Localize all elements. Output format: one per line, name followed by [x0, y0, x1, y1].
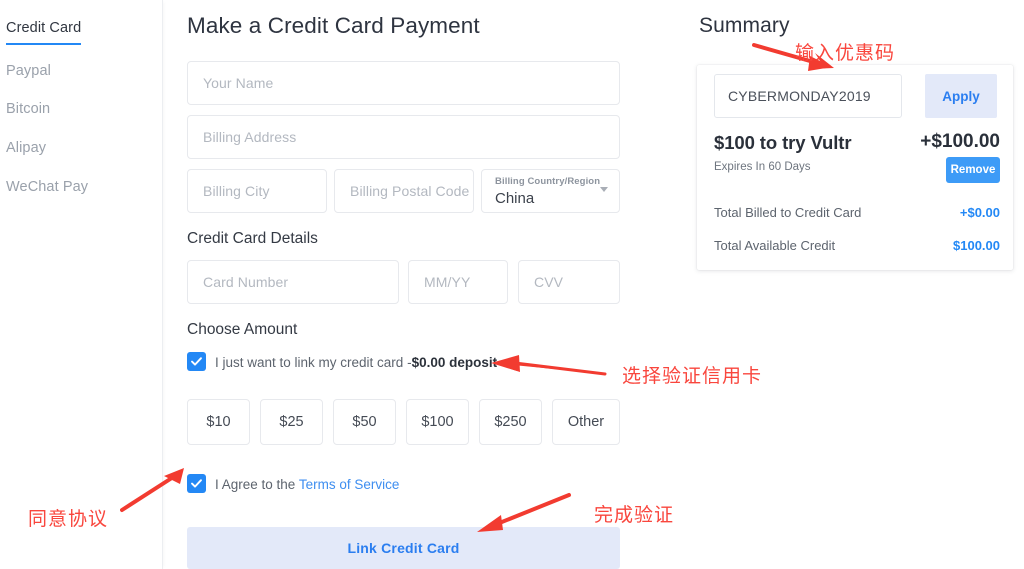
billing-country-select[interactable]: Billing Country/Region China: [481, 169, 620, 213]
link-card-deposit-amount: $0.00 deposit: [411, 355, 498, 370]
apply-promo-button[interactable]: Apply: [925, 74, 997, 118]
summary-card: CYBERMONDAY2019 Apply $100 to try Vultr …: [697, 65, 1013, 270]
amount-option-other[interactable]: Other: [552, 399, 620, 445]
sidebar-item-label: Bitcoin: [6, 101, 51, 117]
annotation-enter-promo-code: 输入优惠码: [795, 42, 896, 64]
payment-page: Credit Card Paypal Bitcoin Alipay WeChat…: [0, 0, 1024, 569]
amount-option-label: $250: [494, 414, 527, 430]
payment-method-sidebar: Credit Card Paypal Bitcoin Alipay WeChat…: [0, 0, 163, 569]
link-card-text: I just want to link my credit card -: [215, 355, 412, 370]
link-card-checkbox-label: I just want to link my credit card -$0.0…: [215, 355, 497, 370]
annotation-select-verify-card: 选择验证信用卡: [622, 365, 763, 387]
terms-text: I Agree to the: [215, 477, 299, 492]
amount-option-100[interactable]: $100: [406, 399, 469, 445]
billing-city-field[interactable]: Billing City: [187, 169, 327, 213]
billing-address-placeholder: Billing Address: [203, 129, 297, 145]
annotation-complete-verification: 完成验证: [594, 504, 675, 526]
terms-of-service-link[interactable]: Terms of Service: [299, 477, 400, 492]
link-credit-card-button[interactable]: Link Credit Card: [187, 527, 620, 569]
amount-option-label: $100: [421, 414, 454, 430]
amount-option-10[interactable]: $10: [187, 399, 250, 445]
card-cvv-placeholder: CVV: [534, 274, 564, 290]
summary-panel: Summary CYBERMONDAY2019 Apply $100 to tr…: [693, 0, 1024, 569]
remove-label: Remove: [950, 164, 996, 176]
promo-amount: +$100.00: [920, 131, 1000, 152]
page-title: Make a Credit Card Payment: [187, 13, 480, 38]
terms-checkbox-label: I Agree to the Terms of Service: [215, 477, 399, 492]
promo-code-value: CYBERMONDAY2019: [728, 88, 871, 104]
name-field[interactable]: Your Name: [187, 61, 620, 105]
card-cvv-field[interactable]: CVV: [518, 260, 620, 304]
total-billed-value: +$0.00: [959, 205, 1000, 220]
sidebar-item-label: Credit Card: [6, 20, 82, 36]
sidebar-item-alipay[interactable]: Alipay: [6, 138, 46, 163]
promo-code-input[interactable]: CYBERMONDAY2019: [714, 74, 902, 118]
credit-card-form: Make a Credit Card Payment Your Name Bil…: [163, 0, 693, 569]
link-credit-card-label: Link Credit Card: [347, 540, 460, 556]
remove-promo-button[interactable]: Remove: [946, 157, 1000, 183]
amount-option-250[interactable]: $250: [479, 399, 542, 445]
link-card-checkbox[interactable]: [187, 352, 206, 371]
sidebar-item-label: Paypal: [6, 63, 51, 79]
sidebar-item-credit-card[interactable]: Credit Card: [6, 18, 82, 45]
amount-option-label: $10: [206, 414, 231, 430]
billing-city-placeholder: Billing City: [203, 183, 270, 199]
name-field-placeholder: Your Name: [203, 75, 274, 91]
card-expiry-placeholder: MM/YY: [424, 274, 471, 290]
card-number-field[interactable]: Card Number: [187, 260, 399, 304]
sidebar-item-paypal[interactable]: Paypal: [6, 61, 51, 86]
card-expiry-field[interactable]: MM/YY: [408, 260, 508, 304]
check-icon: [191, 479, 202, 488]
total-available-credit-label: Total Available Credit: [714, 238, 836, 253]
terms-checkbox[interactable]: [187, 474, 206, 493]
credit-card-details-heading: Credit Card Details: [187, 230, 318, 247]
annotation-agree-terms: 同意协议: [28, 508, 109, 530]
summary-title: Summary: [699, 14, 790, 37]
promo-expiry: Expires In 60 Days: [714, 161, 811, 173]
billing-address-field[interactable]: Billing Address: [187, 115, 620, 159]
sidebar-item-bitcoin[interactable]: Bitcoin: [6, 99, 50, 124]
amount-option-label: $50: [352, 414, 377, 430]
total-available-credit-value: $100.00: [953, 238, 1000, 253]
choose-amount-heading: Choose Amount: [187, 321, 298, 338]
billing-postal-code-field[interactable]: Billing Postal Code: [334, 169, 474, 213]
amount-option-label: Other: [567, 414, 605, 430]
amount-option-25[interactable]: $25: [260, 399, 323, 445]
card-number-placeholder: Card Number: [203, 274, 289, 290]
amount-option-label: $25: [279, 414, 304, 430]
chevron-down-icon: [600, 187, 608, 192]
promo-title: $100 to try Vultr: [714, 132, 852, 153]
billing-country-value: China: [495, 190, 535, 207]
sidebar-item-label: WeChat Pay: [6, 179, 89, 195]
sidebar-item-label: Alipay: [6, 140, 47, 156]
apply-label: Apply: [942, 88, 980, 104]
check-icon: [191, 357, 202, 366]
amount-option-50[interactable]: $50: [333, 399, 396, 445]
billing-postal-code-placeholder: Billing Postal Code: [350, 183, 470, 199]
total-billed-label: Total Billed to Credit Card: [714, 205, 862, 220]
sidebar-item-wechat-pay[interactable]: WeChat Pay: [6, 177, 88, 202]
